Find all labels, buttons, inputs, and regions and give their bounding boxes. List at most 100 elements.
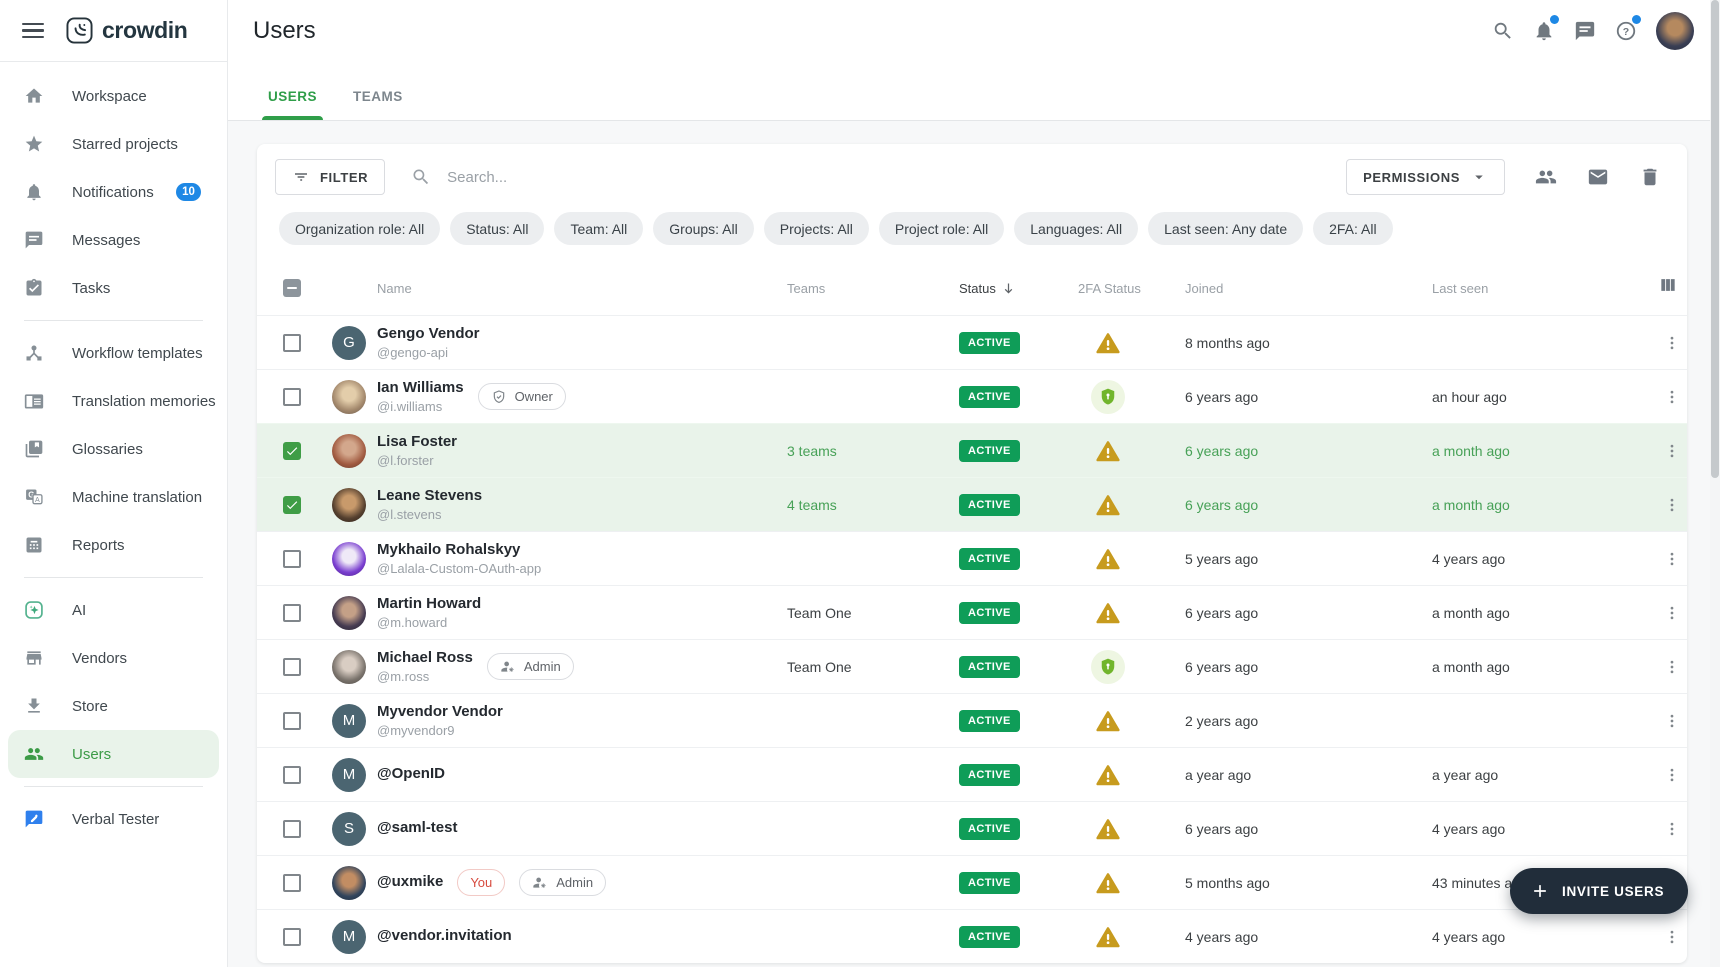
sidebar-item-tasks[interactable]: Tasks — [8, 264, 219, 312]
row-checkbox[interactable] — [283, 388, 301, 406]
avatar[interactable] — [332, 866, 366, 900]
filter-chip-2fa[interactable]: 2FA: All — [1313, 212, 1392, 245]
avatar[interactable]: G — [332, 326, 366, 360]
sidebar-item-ai[interactable]: AI — [8, 586, 219, 634]
row-checkbox[interactable] — [283, 334, 301, 352]
user-name-link[interactable]: @uxmike — [377, 873, 443, 892]
row-menu-button[interactable] — [1658, 653, 1686, 681]
row-checkbox[interactable] — [283, 766, 301, 784]
sidebar-item-reports[interactable]: Reports — [8, 521, 219, 569]
teams-cell[interactable]: 3 teams — [787, 443, 959, 459]
sidebar-item-store[interactable]: Store — [8, 682, 219, 730]
invite-users-button[interactable]: INVITE USERS — [1510, 868, 1688, 914]
row-checkbox[interactable] — [283, 820, 301, 838]
avatar[interactable] — [332, 488, 366, 522]
user-name-link[interactable]: Myvendor Vendor@myvendor9 — [377, 703, 503, 738]
row-menu-button[interactable] — [1658, 761, 1686, 789]
avatar[interactable] — [332, 542, 366, 576]
permissions-button[interactable]: PERMISSIONS — [1346, 159, 1505, 195]
row-menu-button[interactable] — [1658, 815, 1686, 843]
search-icon — [411, 167, 431, 187]
teams-cell[interactable]: Team One — [787, 659, 959, 675]
user-name-link[interactable]: Lisa Foster@l.forster — [377, 433, 457, 468]
avatar[interactable]: S — [332, 812, 366, 846]
crowdin-logo[interactable]: crowdin — [66, 17, 187, 44]
last-seen-cell: a year ago — [1428, 767, 1658, 783]
sidebar-item-machine-translation[interactable]: GAMachine translation — [8, 473, 219, 521]
sidebar-item-starred-projects[interactable]: Starred projects — [8, 120, 219, 168]
sidebar-item-users[interactable]: Users — [8, 730, 219, 778]
row-menu-button[interactable] — [1658, 491, 1686, 519]
row-checkbox[interactable] — [283, 604, 301, 622]
user-name-link[interactable]: Leane Stevens@l.stevens — [377, 487, 482, 522]
filter-chip-project-role[interactable]: Project role: All — [879, 212, 1004, 245]
row-checkbox[interactable] — [283, 874, 301, 892]
sidebar-item-translation-memories[interactable]: Translation memories — [8, 377, 219, 425]
row-checkbox[interactable] — [283, 928, 301, 946]
avatar[interactable]: M — [332, 758, 366, 792]
user-name-link[interactable]: Martin Howard@m.howard — [377, 595, 481, 630]
sidebar-item-workflow-templates[interactable]: Workflow templates — [8, 329, 219, 377]
filter-chip-team[interactable]: Team: All — [554, 212, 643, 245]
sidebar-item-vendors[interactable]: Vendors — [8, 634, 219, 682]
add-to-team-button[interactable] — [1527, 158, 1565, 196]
filter-chip-last-seen[interactable]: Last seen: Any date — [1148, 212, 1303, 245]
messages-button[interactable] — [1564, 11, 1605, 51]
avatar[interactable] — [332, 380, 366, 414]
filter-button[interactable]: FILTER — [275, 159, 385, 195]
teams-cell[interactable]: 4 teams — [787, 497, 959, 513]
row-menu-button[interactable] — [1658, 329, 1686, 357]
sidebar-item-glossaries[interactable]: Glossaries — [8, 425, 219, 473]
row-menu-button[interactable] — [1658, 923, 1686, 951]
filter-chip-groups[interactable]: Groups: All — [653, 212, 753, 245]
column-header-status[interactable]: Status — [959, 281, 1078, 296]
filter-chip-projects[interactable]: Projects: All — [764, 212, 869, 245]
hamburger-menu-icon[interactable] — [22, 23, 44, 38]
last-seen-cell: a month ago — [1428, 497, 1658, 513]
tab-teams[interactable]: TEAMS — [353, 89, 403, 120]
search-input[interactable] — [445, 168, 1330, 187]
user-name-link[interactable]: @OpenID — [377, 765, 445, 784]
row-checkbox[interactable] — [283, 712, 301, 730]
row-menu-button[interactable] — [1658, 707, 1686, 735]
filter-chip-organization-role[interactable]: Organization role: All — [279, 212, 440, 245]
filter-chip-status[interactable]: Status: All — [450, 212, 544, 245]
row-checkbox[interactable] — [283, 658, 301, 676]
row-checkbox[interactable] — [283, 550, 301, 568]
user-name-link[interactable]: Mykhailo Rohalskyy@Lalala-Custom-OAuth-a… — [377, 541, 541, 576]
avatar[interactable] — [332, 650, 366, 684]
user-name-link[interactable]: Michael Ross@m.ross — [377, 649, 473, 684]
row-checkbox[interactable] — [283, 496, 301, 514]
avatar[interactable] — [332, 434, 366, 468]
user-name-link[interactable]: @vendor.invitation — [377, 927, 512, 946]
notifications-button[interactable] — [1523, 11, 1564, 51]
avatar[interactable]: M — [332, 704, 366, 738]
user-name: Martin Howard — [377, 595, 481, 614]
sidebar-item-workspace[interactable]: Workspace — [8, 72, 219, 120]
tab-users[interactable]: USERS — [268, 89, 317, 120]
email-button[interactable] — [1579, 158, 1617, 196]
row-menu-button[interactable] — [1658, 437, 1686, 465]
sidebar-item-messages[interactable]: Messages — [8, 216, 219, 264]
search-button[interactable] — [1482, 11, 1523, 51]
select-all-checkbox[interactable] — [283, 279, 301, 297]
user-avatar[interactable] — [1656, 12, 1694, 50]
sidebar-item-verbal-tester[interactable]: Verbal Tester — [8, 795, 219, 843]
avatar[interactable] — [332, 596, 366, 630]
columns-settings-icon[interactable] — [1658, 275, 1684, 301]
delete-button[interactable] — [1631, 158, 1669, 196]
row-menu-button[interactable] — [1658, 383, 1686, 411]
row-menu-button[interactable] — [1658, 599, 1686, 627]
filter-chip-languages[interactable]: Languages: All — [1014, 212, 1138, 245]
teams-cell[interactable]: Team One — [787, 605, 959, 621]
2fa-protected-shield-icon — [1091, 650, 1125, 684]
avatar[interactable]: M — [332, 920, 366, 954]
user-name-link[interactable]: Gengo Vendor@gengo-api — [377, 325, 480, 360]
row-checkbox[interactable] — [283, 442, 301, 460]
user-name-link[interactable]: @saml-test — [377, 819, 458, 838]
user-name-link[interactable]: Ian Williams@i.williams — [377, 379, 464, 414]
scrollbar-thumb[interactable] — [1711, 0, 1719, 478]
sidebar-item-notifications[interactable]: Notifications10 — [8, 168, 219, 216]
row-menu-button[interactable] — [1658, 545, 1686, 573]
help-button[interactable]: ? — [1605, 11, 1646, 51]
